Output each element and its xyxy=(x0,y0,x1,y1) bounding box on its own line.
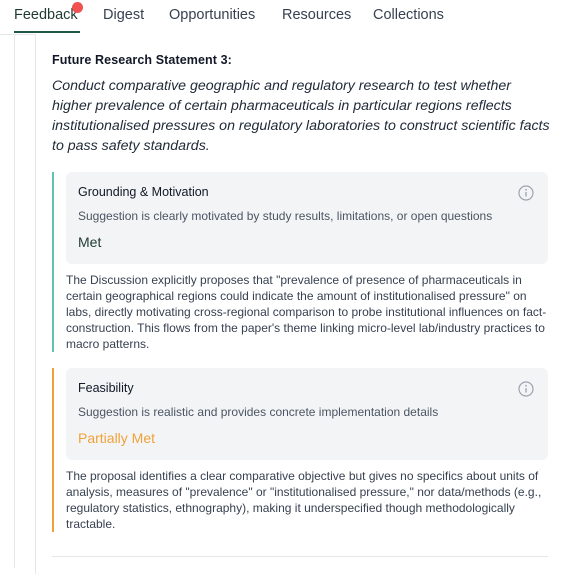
statement-title: Future Research Statement 3: xyxy=(52,53,232,67)
criterion-description: Suggestion is realistic and provides con… xyxy=(78,405,439,419)
tab-collections[interactable]: Collections xyxy=(373,6,444,24)
criterion-explanation: The proposal identifies a clear comparat… xyxy=(66,469,542,531)
tab-feedback[interactable]: Feedback xyxy=(14,6,78,24)
info-icon[interactable] xyxy=(518,381,534,397)
criterion-summary-box: Feasibility Suggestion is realistic and … xyxy=(66,368,548,460)
criterion-summary-box: Grounding & Motivation Suggestion is cle… xyxy=(66,172,548,264)
tab-digest[interactable]: Digest xyxy=(103,6,144,24)
tab-bar: Feedback Digest Opportunities Resources … xyxy=(0,0,572,35)
criterion-status: Partially Met xyxy=(78,430,156,446)
tab-resources[interactable]: Resources xyxy=(282,6,351,24)
criterion-status: Met xyxy=(78,234,102,250)
active-tab-indicator xyxy=(14,31,80,33)
criterion-status-bar xyxy=(52,368,54,532)
statement-text: Conduct comparative geographic and regul… xyxy=(52,78,550,154)
info-icon[interactable] xyxy=(518,185,534,201)
tab-opportunities[interactable]: Opportunities xyxy=(169,6,255,24)
criterion-title: Grounding & Motivation xyxy=(78,185,209,199)
section-divider xyxy=(52,556,548,557)
criterion-title: Feasibility xyxy=(78,381,134,395)
criterion-feasibility: Feasibility Suggestion is realistic and … xyxy=(52,368,548,532)
criterion-description: Suggestion is clearly motivated by study… xyxy=(78,209,493,223)
criterion-status-bar xyxy=(52,172,54,352)
page-frame-border xyxy=(14,34,15,568)
criterion-grounding: Grounding & Motivation Suggestion is cle… xyxy=(52,172,548,352)
notification-dot xyxy=(72,2,83,13)
criterion-explanation: The Discussion explicitly proposes that … xyxy=(66,273,547,351)
